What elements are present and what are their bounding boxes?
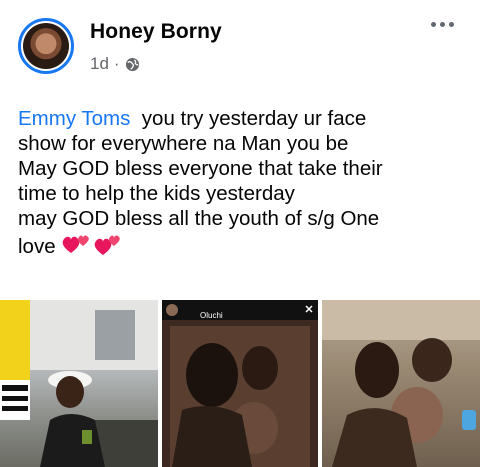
photo-1[interactable] (0, 300, 158, 467)
post-line-text: love (18, 235, 56, 258)
post-time[interactable]: 1d (90, 54, 109, 74)
post-line-3: May GOD bless everyone that take their (18, 157, 383, 180)
story-username: Oluchi (200, 311, 223, 320)
post-line-4: time to help the kids yesterday (18, 182, 295, 205)
photo-3-image (322, 300, 480, 467)
more-options-button[interactable] (431, 22, 454, 27)
photo-3[interactable] (322, 300, 480, 467)
post-line-2: show for everywhere na Man you be (18, 132, 349, 155)
author-avatar[interactable] (18, 18, 74, 74)
post-line-5: may GOD bless all the youth of s/g One (18, 207, 380, 230)
photo-1-image (0, 300, 158, 467)
photo-2[interactable]: Oluchi (162, 300, 318, 467)
dot-icon (431, 22, 436, 27)
post-line-1: Emmy Toms you try yesterday ur face (18, 106, 468, 131)
photo-2-image (162, 300, 318, 467)
photo-grid: Oluchi (0, 300, 480, 467)
post-line-text: you try yesterday ur face (141, 107, 367, 130)
mention-link[interactable]: Emmy Toms (18, 107, 130, 130)
dot-icon (440, 22, 445, 27)
two-hearts-emoji (62, 235, 121, 255)
author-name[interactable]: Honey Borny (90, 20, 222, 44)
globe-icon[interactable] (125, 57, 140, 72)
avatar-image (23, 23, 69, 69)
post-line-6: love (18, 231, 468, 259)
post-text: Emmy Toms you try yesterday ur face show… (18, 106, 468, 259)
meta-separator: · (113, 54, 120, 73)
dot-icon (449, 22, 454, 27)
post-meta: 1d · (90, 54, 140, 74)
